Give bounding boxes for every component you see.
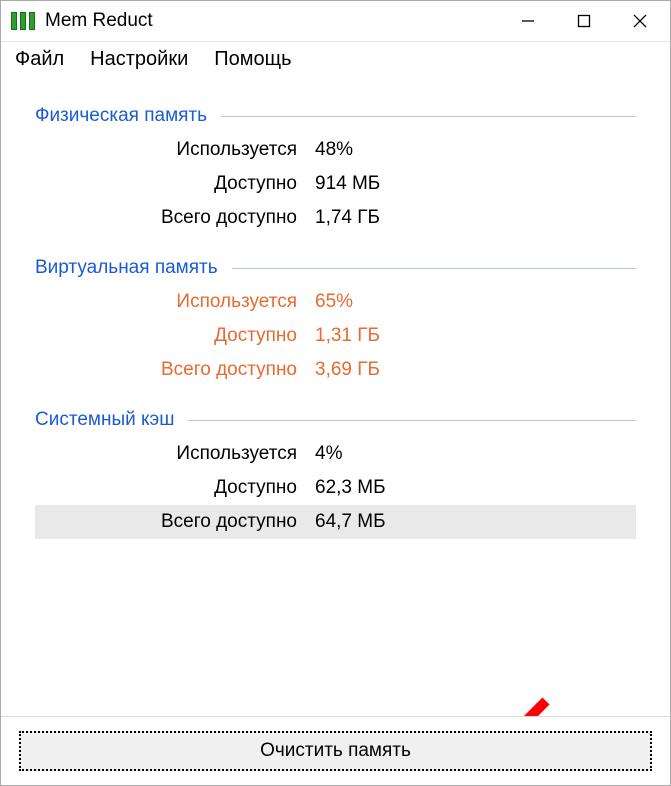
- section-virtual-title: Виртуальная память: [35, 257, 636, 279]
- section-physical-title: Физическая память: [35, 105, 636, 127]
- label-avail: Доступно: [35, 173, 315, 195]
- menu-help[interactable]: Помощь: [214, 48, 291, 71]
- virtual-avail-row: Доступно 1,31 ГБ: [35, 319, 636, 353]
- section-cache-title: Системный кэш: [35, 409, 636, 431]
- physical-total-row: Всего доступно 1,74 ГБ: [35, 201, 636, 235]
- content-area: Физическая память Используется 48% Досту…: [1, 81, 670, 716]
- cache-total-row: Всего доступно 64,7 МБ: [35, 505, 636, 539]
- minimize-icon: [521, 14, 535, 28]
- virtual-total-row: Всего доступно 3,69 ГБ: [35, 353, 636, 387]
- label-avail: Доступно: [35, 325, 315, 347]
- cache-total-value: 64,7 МБ: [315, 511, 636, 533]
- cache-used-row: Используется 4%: [35, 437, 636, 471]
- virtual-used-row: Используется 65%: [35, 285, 636, 319]
- cache-used-value: 4%: [315, 443, 636, 465]
- physical-used-row: Используется 48%: [35, 133, 636, 167]
- label-used: Используется: [35, 291, 315, 313]
- section-cache-label: Системный кэш: [35, 409, 174, 431]
- label-used: Используется: [35, 139, 315, 161]
- app-icon: [11, 12, 35, 30]
- title-bar: Mem Reduct: [1, 1, 670, 42]
- physical-total-value: 1,74 ГБ: [315, 207, 636, 229]
- divider: [232, 268, 636, 269]
- label-total: Всего доступно: [35, 511, 315, 533]
- app-window: Mem Reduct Файл Настройки Помощь Физичес…: [0, 0, 671, 786]
- label-total: Всего доступно: [35, 207, 315, 229]
- window-title: Mem Reduct: [45, 10, 153, 32]
- section-virtual-label: Виртуальная память: [35, 257, 218, 279]
- menu-file[interactable]: Файл: [15, 48, 64, 71]
- close-button[interactable]: [612, 1, 668, 41]
- menu-settings[interactable]: Настройки: [90, 48, 188, 71]
- clean-memory-button[interactable]: Очистить память: [19, 731, 652, 771]
- label-total: Всего доступно: [35, 359, 315, 381]
- physical-avail-row: Доступно 914 МБ: [35, 167, 636, 201]
- button-bar: Очистить память: [1, 716, 670, 785]
- virtual-used-value: 65%: [315, 291, 636, 313]
- close-icon: [633, 14, 647, 28]
- physical-used-value: 48%: [315, 139, 636, 161]
- minimize-button[interactable]: [500, 1, 556, 41]
- virtual-avail-value: 1,31 ГБ: [315, 325, 636, 347]
- menu-bar: Файл Настройки Помощь: [1, 42, 670, 81]
- annotation-arrow-icon: [431, 691, 571, 716]
- physical-avail-value: 914 МБ: [315, 173, 636, 195]
- cache-avail-value: 62,3 МБ: [315, 477, 636, 499]
- maximize-icon: [577, 14, 591, 28]
- cache-avail-row: Доступно 62,3 МБ: [35, 471, 636, 505]
- section-physical-label: Физическая память: [35, 105, 207, 127]
- virtual-total-value: 3,69 ГБ: [315, 359, 636, 381]
- maximize-button[interactable]: [556, 1, 612, 41]
- divider: [221, 116, 636, 117]
- divider: [188, 420, 636, 421]
- label-used: Используется: [35, 443, 315, 465]
- label-avail: Доступно: [35, 477, 315, 499]
